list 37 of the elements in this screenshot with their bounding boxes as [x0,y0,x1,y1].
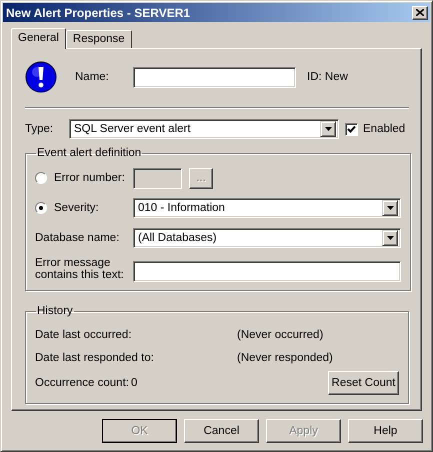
exclamation-icon [25,61,57,93]
group-title: Event alert definition [36,147,142,159]
count-value: 0 [131,376,138,388]
radio-button[interactable] [35,202,47,214]
type-label: Type: [25,123,54,135]
caret-icon [324,127,332,131]
history-value: (Never responded) [237,352,333,364]
window-title: New Alert Properties - SERVER1 [6,6,190,20]
type-dropdown[interactable]: SQL Server event alert [69,119,339,139]
id-text: ID: New [307,71,348,83]
enabled-checkbox[interactable]: Enabled [345,122,406,136]
database-dropdown[interactable]: (All Databases) [133,228,401,248]
name-field[interactable] [133,66,296,88]
tab[interactable]: General [11,28,66,49]
error-number-field[interactable] [133,168,182,188]
close-icon [416,9,424,16]
check-icon [347,124,356,134]
count-label: Occurrence count: [35,376,130,388]
caret-icon [386,236,394,240]
severity-dropdown[interactable]: 010 - Information [133,198,401,218]
caret-icon [386,206,394,210]
radio-label[interactable]: Severity: [54,202,99,214]
close-button[interactable] [412,6,428,20]
history-value: (Never occurred) [237,328,324,340]
radio-label[interactable]: Error number: [54,172,125,184]
history-label: Date last responded to: [35,352,155,364]
dialog-button[interactable]: Cancel [184,419,259,443]
message-label: Error message contains this text: [35,256,125,280]
history-label: Date last occurred: [35,328,133,340]
group-title: History [36,305,74,317]
reset-count-button[interactable]: Reset Count [328,370,399,394]
name-label: Name: [75,71,110,83]
tab[interactable]: Response [66,30,132,48]
radio-button[interactable] [35,172,47,184]
message-field[interactable] [133,261,401,282]
dialog-button[interactable]: Help [348,419,423,443]
database-label: Database name: [35,232,120,244]
